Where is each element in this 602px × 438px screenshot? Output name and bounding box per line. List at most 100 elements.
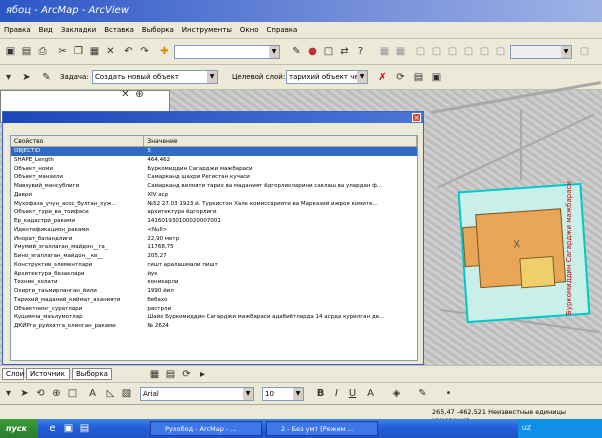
table-row[interactable]: Бино_эгаллаган_майдон__кв__ 205,27 [11,252,417,261]
table-row[interactable]: Объект_тури_ва_тоифаси архитектура ёдгорл… [11,208,417,217]
attributes-icon[interactable]: ▤ [412,71,425,84]
text-icon[interactable]: A [86,387,99,400]
drawing-menu-icon[interactable]: ▾ [2,387,15,400]
open-icon[interactable]: ▣ [4,45,17,58]
column-value[interactable]: Значение [144,136,417,146]
delete-icon[interactable]: ✕ [104,45,117,58]
table-row[interactable]: SHAPE_Length 464,462 [11,156,417,165]
georef-icon-2[interactable]: ▦ [394,45,407,58]
georef-icon-3[interactable]: ▢ [414,45,427,58]
command-line-icon[interactable]: □ [322,45,335,58]
arctoolbox-icon[interactable]: ● [306,45,319,58]
georef-layer-combo[interactable]: ▼ [510,45,572,59]
target-icon[interactable]: ⊕ [133,88,146,101]
quicklaunch-ie-icon[interactable]: e [46,422,59,435]
zoom-icon[interactable]: ⊕ [50,387,63,400]
line-color-icon[interactable]: ✎ [416,387,429,400]
menu-item-selection[interactable]: Выборка [138,22,178,34]
table-row[interactable]: Инорат_баландлиги 22,90 метр [11,235,417,244]
edit-tool-icon[interactable]: ➤ [20,71,33,84]
layout-view-icon[interactable]: ▤ [164,368,177,381]
georef-icon-7[interactable]: ▢ [478,45,491,58]
editor-menu-icon[interactable]: ▾ [2,71,15,84]
tab-layers[interactable]: Слои [2,368,24,380]
table-row[interactable]: Кушимча_маълумотлар Шайх Буркомиддин Сага… [11,313,417,322]
sketch-properties-icon[interactable]: ▣ [430,71,443,84]
table-row[interactable]: Архитектура_безаклари йук [11,270,417,279]
georef-icon-9[interactable]: ▢ [578,45,591,58]
print-icon[interactable]: ⎙ [36,45,49,58]
refresh-icon[interactable]: ⟳ [180,368,193,381]
underline-icon[interactable]: U [346,387,359,400]
table-row[interactable]: Идентификацион_раками <Null> [11,226,417,235]
callout-icon[interactable]: ◺ [104,387,117,400]
target-combo[interactable]: тарихий объект четар ▼ [286,70,368,84]
table-row[interactable]: Мавзувий_мансублиги Самарканд вилояти тар… [11,182,417,191]
redo-icon[interactable]: ↷ [138,45,151,58]
georef-icon-1[interactable]: ▦ [378,45,391,58]
menu-item-bookmarks[interactable]: Закладки [57,22,100,34]
georef-icon-4[interactable]: ▢ [430,45,443,58]
menu-item-help[interactable]: Справка [263,22,302,34]
menu-item-view[interactable]: Вид [35,22,57,34]
rotate-tool-icon[interactable]: ⟳ [394,71,407,84]
table-row[interactable]: Объектнинг_суратлари растрли [11,305,417,314]
rectangle-icon[interactable]: □ [66,387,79,400]
table-row[interactable]: ДКЙРга_руйхатга_олинган_раками № 2624 [11,322,417,331]
table-row[interactable]: Объект_манзили Самарканд шахри Регистан к… [11,173,417,182]
save-icon[interactable]: ▤ [20,45,33,58]
georef-icon-8[interactable]: ▢ [494,45,507,58]
table-row[interactable]: Конструктив_элементлари гишт аралашмали п… [11,261,417,270]
table-row[interactable]: Техник_холати коникарли [11,278,417,287]
table-row[interactable]: Умумий_эгаллаган_майдон__га_ 11768,75 [11,243,417,252]
table-row[interactable]: OBJECTID 5 [11,147,417,156]
editor-toolbar-icon[interactable]: ✎ [290,45,303,58]
font-color-icon[interactable]: A [364,387,377,400]
menu-item-tools[interactable]: Инструменты [178,22,236,34]
pause-icon[interactable]: ▸ [196,368,209,381]
quicklaunch-desktop-icon[interactable]: ▤ [78,422,91,435]
quicklaunch-explorer-icon[interactable]: ▣ [62,422,75,435]
cut-icon[interactable]: ✂ [56,45,69,58]
italic-icon[interactable]: I [330,387,343,400]
table-row[interactable]: Объект_номи Буркомиддин Сагарджи мажбарас… [11,165,417,174]
split-tool-icon[interactable]: ✗ [376,71,389,84]
tab-source[interactable]: Источник [26,368,70,380]
table-row[interactable]: Даври XIV аср [11,191,417,200]
picture-icon[interactable]: ▧ [120,387,133,400]
menu-item-edit[interactable]: Правка [0,22,35,34]
scale-combo[interactable]: ▼ [174,45,280,59]
font-combo[interactable]: Arial ▼ [140,387,254,401]
column-property[interactable]: Свойство [11,136,145,146]
sketch-tool-icon[interactable]: ✎ [40,71,53,84]
marker-color-icon[interactable]: • [442,387,455,400]
task-combo[interactable]: Создать новый объект ▼ [92,70,218,84]
menu-item-window[interactable]: Окно [236,22,263,34]
start-button[interactable]: пуск [0,419,38,438]
taskbar-item-arcmap[interactable]: Руxобод - ArcMap - ... [150,421,262,436]
paste-icon[interactable]: ▦ [88,45,101,58]
data-view-icon[interactable]: ▦ [148,368,161,381]
table-row[interactable]: Ер_кадастри_раками 141601930100020007001 [11,217,417,226]
table-row[interactable]: Охирги_таъмирланган_йили 1990 йил [11,287,417,296]
fill-color-icon[interactable]: ◈ [390,387,403,400]
rotate-icon[interactable]: ⟲ [34,387,47,400]
whats-this-icon[interactable]: ? [354,45,367,58]
tab-selection[interactable]: Выборка [72,368,112,380]
table-row[interactable]: Мухофаза_учун_асос_булган_хуж... №52 27.0… [11,200,417,209]
georef-icon-6[interactable]: ▢ [462,45,475,58]
copy-icon[interactable]: ❐ [72,45,85,58]
language-indicator[interactable]: UZ [522,424,531,432]
close-icon[interactable]: × [412,113,421,122]
add-data-icon[interactable]: ✚ [158,45,171,58]
table-row[interactable]: Тарихий_маданий_киймат_аханияти бебахо [11,296,417,305]
undo-icon[interactable]: ↶ [122,45,135,58]
model-builder-icon[interactable]: ⇄ [338,45,351,58]
taskbar-item-document[interactable]: 2 - Без умт [Режим ... [266,421,378,436]
menu-item-insert[interactable]: Вставка [100,22,138,34]
select-elements-icon[interactable]: ➤ [18,387,31,400]
georef-icon-5[interactable]: ▢ [446,45,459,58]
font-size-combo[interactable]: 10 ▼ [262,387,304,401]
close-icon[interactable]: ✕ [119,88,132,101]
bold-icon[interactable]: B [314,387,327,400]
